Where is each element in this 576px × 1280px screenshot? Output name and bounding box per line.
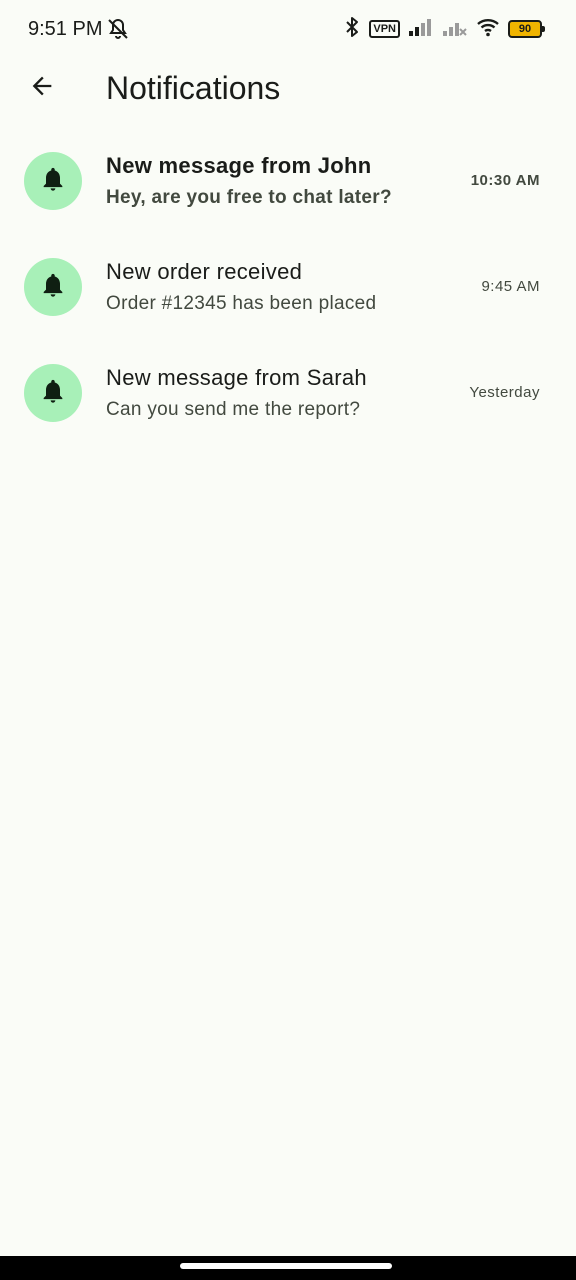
notification-time: Yesterday	[469, 384, 540, 401]
signal-icon	[408, 17, 434, 42]
mute-icon	[106, 17, 130, 41]
notification-title: New message from Sarah	[106, 365, 367, 390]
status-icons: VPN 90	[343, 16, 545, 43]
status-bar: 9:51 PM VPN 90	[0, 0, 576, 60]
bell-icon	[39, 271, 67, 304]
notification-time: 10:30 AM	[470, 172, 540, 189]
page-title: Notifications	[106, 70, 281, 106]
arrow-back-icon	[28, 72, 56, 105]
notification-avatar	[24, 152, 82, 210]
bluetooth-icon	[343, 16, 361, 43]
app-bar: Notifications	[0, 60, 576, 116]
notification-title: New order received	[106, 259, 303, 284]
notification-text: New message from John Hey, are you free …	[106, 151, 446, 212]
notification-time: 9:45 AM	[481, 278, 540, 295]
notification-body: Hey, are you free to chat later?	[106, 187, 392, 208]
notification-avatar	[24, 364, 82, 422]
notification-body: Order #12345 has been placed	[106, 293, 377, 314]
notification-item[interactable]: New message from Sarah Can you send me t…	[0, 340, 576, 446]
notification-body: Can you send me the report?	[106, 399, 361, 420]
bell-icon	[39, 165, 67, 198]
back-button[interactable]	[18, 64, 66, 112]
vpn-icon: VPN	[369, 20, 400, 38]
notification-item[interactable]: New order received Order #12345 has been…	[0, 234, 576, 340]
battery-icon: 90	[508, 20, 545, 38]
wifi-icon	[476, 17, 500, 42]
notification-text: New message from Sarah Can you send me t…	[106, 363, 446, 424]
system-nav-bar	[0, 1256, 576, 1280]
notification-item[interactable]: New message from John Hey, are you free …	[0, 128, 576, 234]
status-time: 9:51 PM	[28, 18, 103, 40]
notification-avatar	[24, 258, 82, 316]
notification-list: New message from John Hey, are you free …	[0, 128, 576, 446]
bell-icon	[39, 377, 67, 410]
notification-text: New order received Order #12345 has been…	[106, 257, 446, 318]
notification-title: New message from John	[106, 153, 372, 178]
home-indicator[interactable]	[180, 1263, 392, 1269]
signal-no-service-icon	[442, 17, 468, 42]
